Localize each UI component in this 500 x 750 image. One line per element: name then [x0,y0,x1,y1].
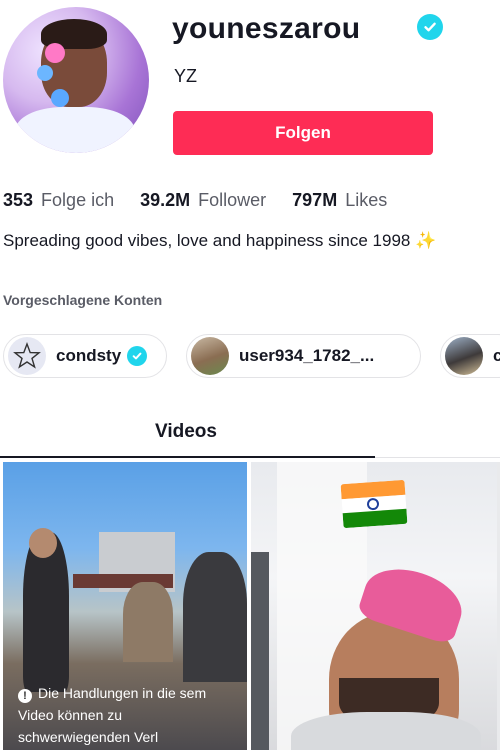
followers-label[interactable]: Follower [198,190,266,211]
tab-divider [375,457,500,458]
followers-count[interactable]: 39.2M [140,190,190,211]
profile-bio: Spreading good vibes, love and happiness… [3,231,436,251]
profile-nickname: YZ [174,66,198,86]
suggested-account-chip[interactable]: c [440,334,500,378]
profile-username: youneszarou [172,12,361,45]
thumbnail-person [123,582,173,662]
verified-badge-icon [127,346,148,366]
suggested-account-chip[interactable]: condsty [3,334,167,378]
suggested-account-avatar [445,337,483,375]
thumbnail-person-head [29,528,57,558]
tab-active-indicator [0,456,375,458]
warning-icon: ! [18,689,32,703]
suggested-account-avatar [191,337,229,375]
verified-badge-icon [417,14,443,40]
suggested-account-avatar [8,337,46,375]
thumbnail-person [183,552,247,682]
avatar-flower [51,89,69,107]
profile-avatar[interactable] [3,7,149,153]
likes-count: 797M [292,190,338,210]
content-warning: ! Die Handlungen in die sem Video können … [18,682,218,748]
suggested-account-name: user934_1782_... [239,346,375,365]
suggested-account-name: condsty [56,346,122,365]
avatar-flower [37,65,53,81]
follow-button[interactable]: Folgen [173,111,433,155]
thumbnail-window-frame [251,552,269,750]
star-logo-icon [13,342,41,369]
bio-text: Spreading good vibes, love and happiness… [3,231,411,250]
following-label[interactable]: Folge ich [41,190,114,211]
suggested-account-name: c [493,346,500,365]
india-flag-icon [340,479,408,529]
following-count[interactable]: 353 [3,190,33,211]
avatar-shirt [15,107,135,153]
avatar-flower [45,43,65,63]
suggested-accounts-title: Vorgeschlagene Konten [3,292,163,308]
video-thumbnail[interactable] [251,462,497,750]
profile-stats: 353 Folge ich 39.2M Follower 797M Likes [3,190,413,211]
likes-label: Likes [345,190,388,210]
sparkles-emoji: ✨ [415,231,437,250]
suggested-account-chip[interactable]: user934_1782_... [186,334,421,378]
tab-videos[interactable]: Videos [155,421,217,443]
content-warning-text: Die Handlungen in die sem Video können z… [18,685,207,745]
thumbnail-shirt [291,712,481,750]
